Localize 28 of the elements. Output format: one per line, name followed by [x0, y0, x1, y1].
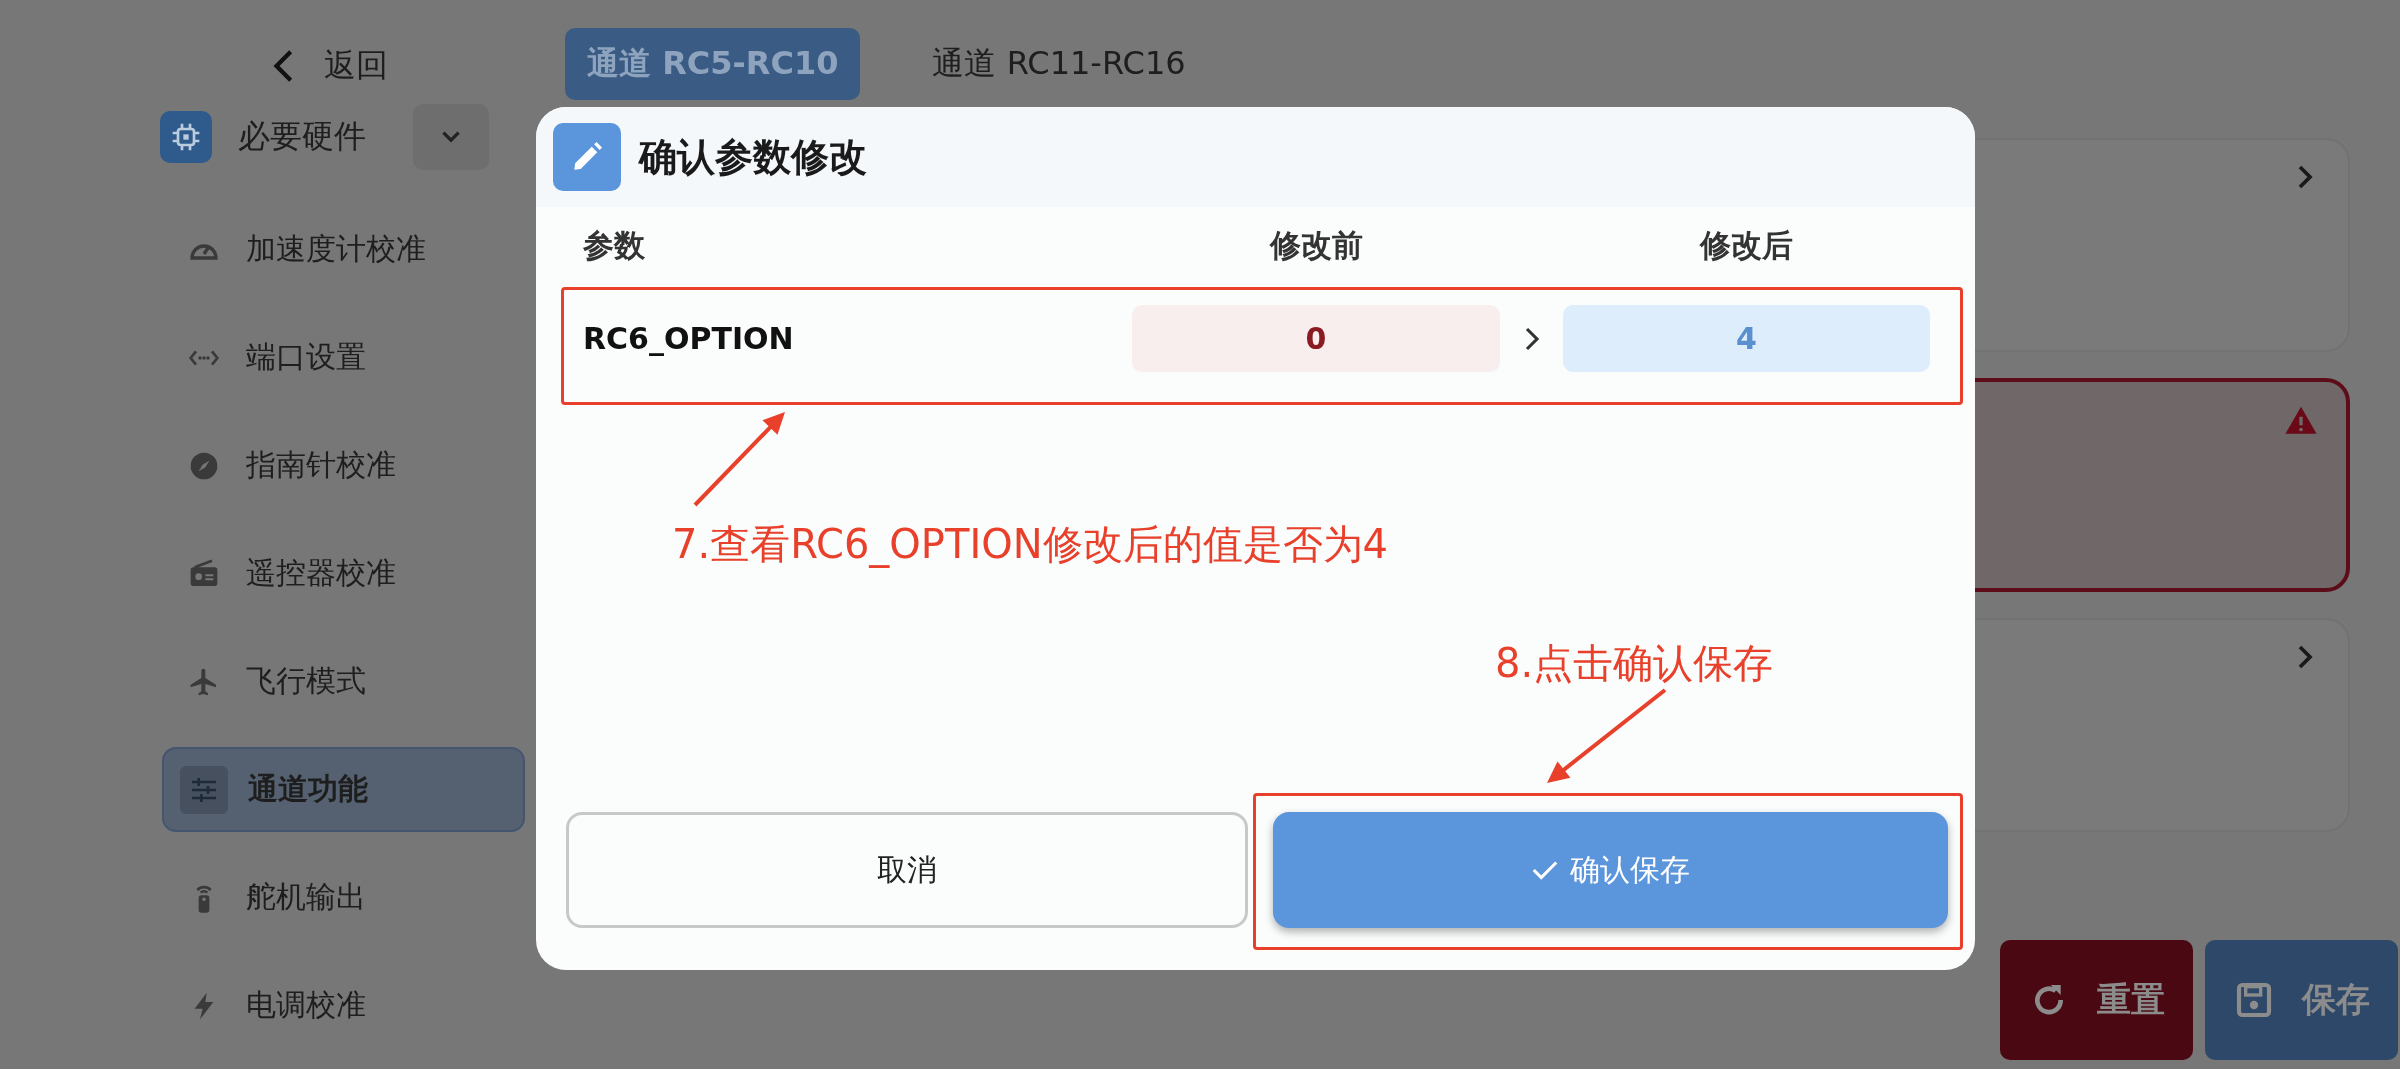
column-header: 参数 — [583, 226, 646, 265]
sidebar-item[interactable]: 指南针校准 — [162, 423, 525, 508]
column-header: 修改后 — [1698, 226, 1794, 265]
column-header: 修改前 — [1268, 226, 1364, 265]
back-button[interactable]: 返回 — [268, 38, 388, 94]
sidebar-item[interactable]: 遥控器校准 — [162, 531, 525, 616]
dropdown-button[interactable] — [413, 104, 489, 170]
new-value: 4 — [1563, 305, 1930, 372]
dialog-title: 确认参数修改 — [639, 133, 867, 181]
cancel-button[interactable]: 取消 — [566, 812, 1248, 928]
sidebar-item[interactable]: 飞行模式 — [162, 639, 525, 724]
tab[interactable]: 通道 RC5-RC10 — [565, 28, 861, 100]
sidebar-item[interactable]: 舵机输出 — [162, 855, 525, 940]
sidebar-item[interactable]: 电调校准 — [162, 963, 525, 1048]
annotation-text: 8.点击确认保存 — [1495, 639, 1774, 688]
sidebar-item[interactable]: 通道功能 — [162, 747, 525, 832]
sidebar-item[interactable]: 加速度计校准 — [162, 207, 525, 292]
confirm-save-button[interactable]: 确认保存 — [1272, 812, 1948, 928]
chip-icon — [160, 111, 212, 163]
sidebar-item[interactable]: 端口设置 — [162, 315, 525, 400]
group-label: 必要硬件 — [238, 116, 367, 157]
save-button[interactable]: 保存 — [2205, 940, 2398, 1060]
param-name: RC6_OPTION — [583, 321, 795, 356]
reset-button[interactable]: 重置 — [2000, 940, 2193, 1060]
annotation-text: 7.查看RC6_OPTION修改后的值是否为4 — [672, 520, 1389, 570]
old-value: 0 — [1132, 305, 1500, 372]
tab[interactable]: 通道 RC11-RC16 — [910, 28, 1208, 100]
edit-icon — [553, 123, 621, 191]
